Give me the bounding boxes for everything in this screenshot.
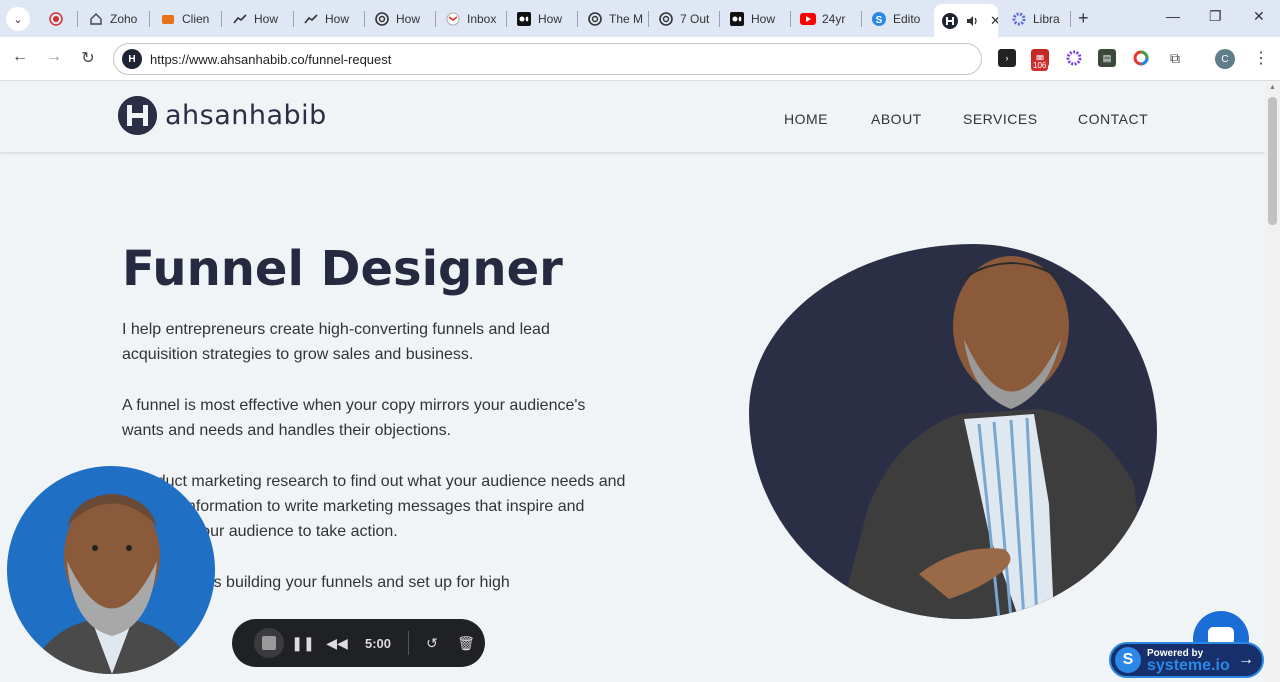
client-icon xyxy=(160,11,176,27)
powered-by-badge[interactable]: S Powered by systeme.io → xyxy=(1109,642,1264,678)
site-logo[interactable]: ahsanhabib xyxy=(118,96,327,135)
recording-timer: 5:00 xyxy=(364,635,392,651)
url-text[interactable]: https://www.ahsanhabib.co/funnel-request xyxy=(150,52,391,67)
medium-icon xyxy=(729,11,745,27)
gmail-icon xyxy=(445,11,461,27)
site-header: ahsanhabib HOME ABOUT SERVICES CONTACT xyxy=(0,81,1265,152)
powered-by-brand: systeme.io xyxy=(1147,657,1230,674)
tab-how-4[interactable]: How xyxy=(508,4,578,34)
new-tab-button[interactable]: + xyxy=(1078,8,1089,29)
extension-color-icon[interactable] xyxy=(1132,49,1150,67)
tab-24yr[interactable]: 24yr xyxy=(792,4,862,34)
tab-active-funnel-request[interactable]: ✕ xyxy=(934,4,998,37)
hero-image-blob xyxy=(749,244,1157,619)
delete-icon[interactable]: 🗑 xyxy=(449,626,483,660)
stop-recording-button[interactable] xyxy=(252,626,286,660)
hero-portrait-image xyxy=(839,256,1149,619)
tab-how-5[interactable]: How xyxy=(721,4,791,34)
extension-badge: 106 xyxy=(1031,60,1049,71)
extension-arrow-icon[interactable]: › xyxy=(998,49,1016,67)
speaker-icon[interactable] xyxy=(964,13,980,29)
reload-icon[interactable]: ↻ xyxy=(77,48,99,68)
nav-contact[interactable]: CONTACT xyxy=(1078,111,1148,127)
tab-7-out[interactable]: 7 Out xyxy=(650,4,720,34)
tab-search-button[interactable]: ⌄ xyxy=(6,7,30,31)
restart-icon[interactable]: ↺ xyxy=(415,626,449,660)
close-tab-icon[interactable]: ✕ xyxy=(990,13,998,29)
tab-record[interactable] xyxy=(40,4,78,34)
address-bar[interactable]: H https://www.ahsanhabib.co/funnel-reque… xyxy=(113,43,982,75)
stop-icon xyxy=(262,636,276,650)
logo-mark-icon xyxy=(118,96,157,135)
tab-library[interactable]: Libra xyxy=(1003,4,1071,34)
site-icon xyxy=(942,12,958,29)
rewind-icon[interactable]: ◀◀ xyxy=(320,626,354,660)
tab-zoho[interactable]: Zoho xyxy=(80,4,150,34)
recording-controls: ❚❚ ◀◀ 5:00 ↺ 🗑 xyxy=(232,619,485,667)
funnel-paragraph: A funnel is most effective when your cop… xyxy=(122,397,586,439)
nav-about[interactable]: ABOUT xyxy=(871,111,922,127)
nav-home[interactable]: HOME xyxy=(784,111,828,127)
site-info-icon[interactable]: H xyxy=(122,49,142,69)
openai-icon xyxy=(587,11,603,27)
chart-icon xyxy=(303,11,319,27)
tab-strip: ⌄ Zoho Clien How How How Inbox How The M… xyxy=(0,0,1280,37)
systeme-logo-icon: S xyxy=(1115,647,1141,673)
restore-icon[interactable]: ❐ xyxy=(1209,8,1222,25)
svg-text:S: S xyxy=(876,15,883,26)
intro-paragraph: I help entrepreneurs create high-convert… xyxy=(122,321,550,363)
webcam-overlay[interactable] xyxy=(7,466,215,674)
record-icon xyxy=(48,11,64,27)
browser-toolbar: ← → ↻ H https://www.ahsanhabib.co/funnel… xyxy=(0,37,1280,81)
nav-services[interactable]: SERVICES xyxy=(963,111,1038,127)
tab-how-3[interactable]: How xyxy=(366,4,436,34)
tab-how-2[interactable]: How xyxy=(295,4,365,34)
medium-icon xyxy=(516,11,532,27)
pause-icon[interactable]: ❚❚ xyxy=(286,626,320,660)
zoho-icon xyxy=(88,11,104,27)
page-scrollbar[interactable]: ▲ xyxy=(1265,81,1280,682)
openai-icon xyxy=(658,11,674,27)
close-window-icon[interactable]: ✕ xyxy=(1253,8,1265,25)
tab-inbox[interactable]: Inbox xyxy=(437,4,507,34)
page-title: Funnel Designer xyxy=(122,241,563,297)
tab-client[interactable]: Clien xyxy=(152,4,222,34)
more-menu-icon[interactable]: ⋮ xyxy=(1253,48,1269,68)
extension-grid-icon[interactable]: ▤ xyxy=(1098,49,1116,67)
forward-icon[interactable]: → xyxy=(43,48,65,66)
scrollbar-thumb[interactable] xyxy=(1268,97,1277,225)
webcam-presenter-image xyxy=(27,494,197,674)
tab-editor[interactable]: S Edito xyxy=(863,4,933,34)
profile-avatar[interactable]: C xyxy=(1215,49,1235,69)
logo-text: ahsanhabib xyxy=(165,100,327,131)
openai-icon xyxy=(374,11,390,27)
arrow-right-icon: → xyxy=(1238,651,1254,668)
minimize-icon[interactable]: — xyxy=(1166,8,1180,24)
gear-icon xyxy=(1011,11,1027,27)
back-icon[interactable]: ← xyxy=(9,48,31,66)
scroll-up-icon[interactable]: ▲ xyxy=(1269,84,1276,91)
extensions-puzzle-icon[interactable]: ⧉ xyxy=(1166,49,1184,67)
recorder-divider xyxy=(408,631,409,655)
tab-how-1[interactable]: How xyxy=(224,4,294,34)
tab-the-m[interactable]: The M xyxy=(579,4,649,34)
youtube-icon xyxy=(800,11,816,27)
chart-icon xyxy=(232,11,248,27)
systeme-icon: S xyxy=(871,11,887,27)
extension-sparkle-icon[interactable] xyxy=(1065,49,1083,67)
